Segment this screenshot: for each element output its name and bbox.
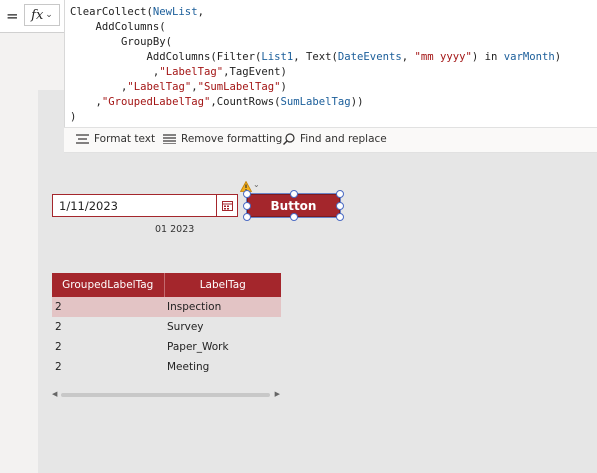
cell-count: 2: [55, 361, 62, 373]
str-labeltag: "LabelTag": [159, 66, 224, 78]
remove-formatting-button[interactable]: Remove formatting: [163, 133, 282, 145]
date-picker[interactable]: 1/11/2023: [52, 194, 238, 217]
scroll-left-icon[interactable]: ◀: [52, 390, 57, 398]
code-text: ,TagEvent): [223, 66, 287, 78]
date-picker-value: 1/11/2023: [59, 199, 118, 213]
button-control[interactable]: Button: [243, 190, 344, 221]
fn-addcolumns-inner: AddColumns(: [146, 51, 217, 63]
table-row[interactable]: 2 Paper_Work: [52, 337, 281, 357]
formula-editor[interactable]: ClearCollect(NewList, AddColumns( GroupB…: [64, 0, 597, 127]
remove-formatting-icon: [163, 134, 176, 144]
resize-handle[interactable]: [243, 190, 251, 198]
code-text: ): [554, 51, 562, 63]
code-text: ) in: [471, 51, 504, 63]
calendar-button[interactable]: [216, 195, 237, 216]
id-list1: List1: [261, 51, 294, 63]
scroll-right-icon[interactable]: ▶: [275, 390, 280, 398]
fx-button[interactable]: fx ⌄: [24, 4, 60, 26]
str-groupedlabeltag: "GroupedLabelTag": [101, 96, 211, 108]
code-text: ,: [401, 51, 415, 63]
resize-handle[interactable]: [290, 190, 298, 198]
formula-bar-left: = fx ⌄: [0, 0, 64, 33]
table-header: GroupedLabelTag LabelTag: [52, 273, 281, 297]
id-dateevents: DateEvents: [337, 51, 402, 63]
code-text: )): [350, 96, 364, 108]
cell-tag: Inspection: [167, 301, 222, 313]
scrollbar-thumb[interactable]: [61, 393, 270, 397]
id-varmonth: varMonth: [503, 51, 555, 63]
fn-filter: Filter(: [216, 51, 262, 63]
month-label: 01 2023: [155, 224, 195, 235]
fn-text: Text(: [306, 51, 338, 63]
chevron-down-icon[interactable]: ⌄: [253, 180, 260, 189]
cell-tag: Survey: [167, 321, 204, 333]
resize-handle[interactable]: [243, 213, 251, 221]
find-replace-button[interactable]: Find and replace: [283, 133, 387, 145]
fn-clearcollect: ClearCollect(: [70, 6, 153, 18]
format-text-button[interactable]: Format text: [76, 133, 155, 145]
str-format: "mm yyyy": [414, 51, 472, 63]
format-text-label: Format text: [94, 133, 156, 145]
table-row[interactable]: 2 Inspection: [52, 297, 281, 317]
code-text: ,: [197, 6, 204, 18]
fx-icon: fx: [31, 7, 44, 23]
fn-countrows: CountRows(: [216, 96, 281, 108]
header-label-tag[interactable]: LabelTag: [165, 273, 281, 297]
header-grouped-label-tag[interactable]: GroupedLabelTag: [52, 273, 165, 297]
fn-addcolumns: AddColumns(: [95, 21, 166, 33]
equals-sign: =: [6, 7, 19, 25]
remove-formatting-label: Remove formatting: [181, 133, 283, 145]
data-table[interactable]: GroupedLabelTag LabelTag 2 Inspection 2 …: [52, 273, 281, 377]
format-text-icon: [76, 134, 89, 144]
horizontal-scrollbar[interactable]: ◀ ▶: [52, 390, 280, 400]
resize-handle[interactable]: [336, 190, 344, 198]
table-row[interactable]: 2 Survey: [52, 317, 281, 337]
search-icon: [283, 133, 295, 145]
formula-toolbar: Format text Remove formatting Find and r…: [64, 127, 597, 153]
resize-handle[interactable]: [243, 202, 251, 210]
id-newlist: NewList: [152, 6, 198, 18]
left-panel-strip: [0, 24, 38, 473]
str-sumlabeltag: "SumLabelTag": [197, 81, 281, 93]
cell-count: 2: [55, 341, 62, 353]
cell-count: 2: [55, 301, 62, 313]
cell-tag: Paper_Work: [167, 341, 229, 353]
fn-groupby: GroupBy(: [121, 36, 173, 48]
code-text: ,: [293, 51, 307, 63]
chevron-down-icon: ⌄: [45, 10, 53, 20]
resize-handle[interactable]: [290, 213, 298, 221]
code-text: ): [280, 81, 287, 93]
code-text: ): [70, 111, 77, 123]
formula-code[interactable]: ClearCollect(NewList, AddColumns( GroupB…: [70, 5, 561, 125]
find-replace-label: Find and replace: [300, 133, 387, 145]
calendar-icon: [221, 200, 233, 211]
resize-handle[interactable]: [336, 213, 344, 221]
table-row[interactable]: 2 Meeting: [52, 357, 281, 377]
resize-handle[interactable]: [336, 202, 344, 210]
cell-count: 2: [55, 321, 62, 333]
cell-tag: Meeting: [167, 361, 210, 373]
id-sumlabeltag: SumLabelTag: [280, 96, 351, 108]
str-labeltag-2: "LabelTag": [127, 81, 192, 93]
